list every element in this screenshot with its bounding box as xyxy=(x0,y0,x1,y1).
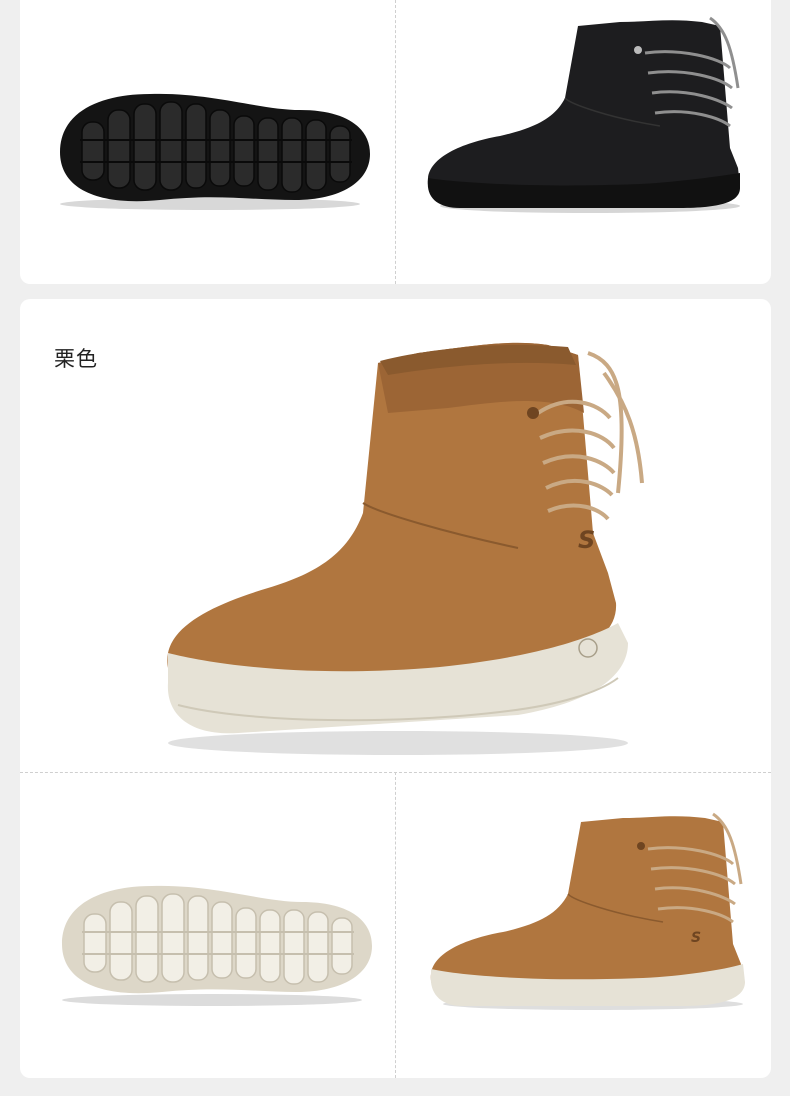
chestnut-boot-sole-image xyxy=(62,885,372,1006)
svg-text:S: S xyxy=(578,526,595,554)
chestnut-colorway-card: 栗色 S S xyxy=(20,299,771,1078)
divider-vertical xyxy=(395,772,396,1078)
black-colorway-card xyxy=(20,0,771,284)
chestnut-boot-hero-image: S xyxy=(167,342,644,755)
svg-text:S: S xyxy=(691,930,701,946)
black-boot-sole-image xyxy=(60,93,370,210)
divider-vertical xyxy=(395,0,396,284)
black-boot-side-image xyxy=(427,16,740,213)
chestnut-boot-side-image: S xyxy=(430,812,745,1010)
color-name-label: 栗色 xyxy=(54,347,98,371)
